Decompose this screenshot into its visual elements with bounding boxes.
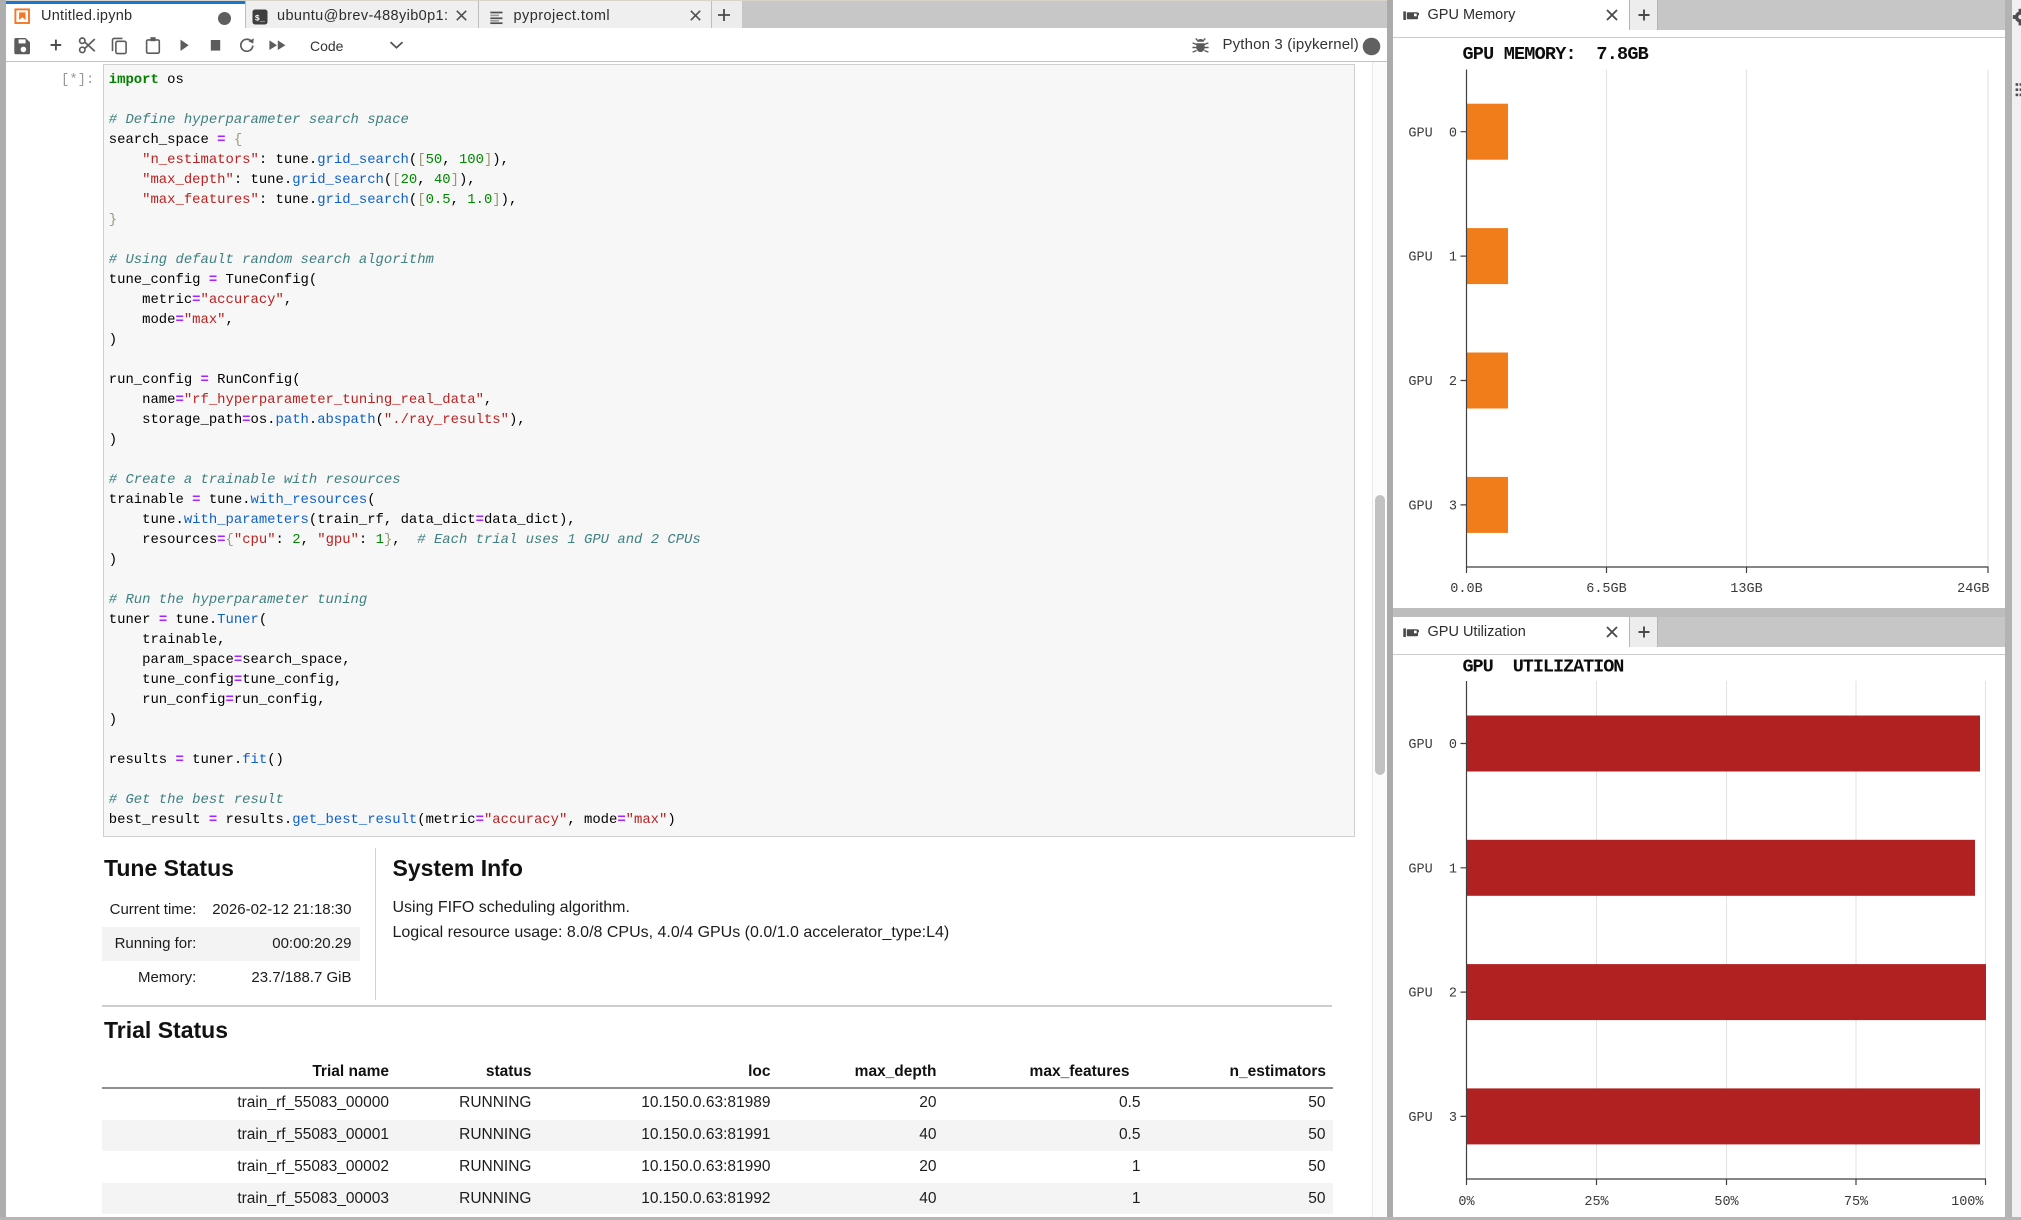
svg-text:GPU 3: GPU 3 [1408,1111,1457,1126]
svg-text:GPU 2: GPU 2 [1408,375,1457,390]
svg-text:GPU 1: GPU 1 [1408,251,1457,266]
svg-text:GPU 2: GPU 2 [1408,987,1457,1002]
svg-text:75%: 75% [1843,1195,1868,1210]
svg-text:GPU 3: GPU 3 [1408,500,1457,515]
svg-text:0%: 0% [1458,1195,1475,1210]
svg-text:100%: 100% [1951,1195,1984,1210]
svg-text:GPU 0: GPU 0 [1408,126,1457,141]
svg-text:GPU UTILIZATION: GPU UTILIZATION [1462,657,1623,678]
svg-text:50%: 50% [1714,1195,1739,1210]
svg-text:13GB: 13GB [1730,582,1762,597]
svg-text:GPU 1: GPU 1 [1408,862,1457,877]
svg-text:25%: 25% [1584,1195,1609,1210]
svg-text:24GB: 24GB [1957,582,1989,597]
svg-text:GPU 0: GPU 0 [1408,738,1457,753]
svg-text:GPU MEMORY: 7.8GB: GPU MEMORY: 7.8GB [1462,44,1648,65]
svg-text:6.5GB: 6.5GB [1586,582,1627,597]
svg-text:0.0B: 0.0B [1450,582,1482,597]
svg-text:$_: $_ [255,14,266,24]
